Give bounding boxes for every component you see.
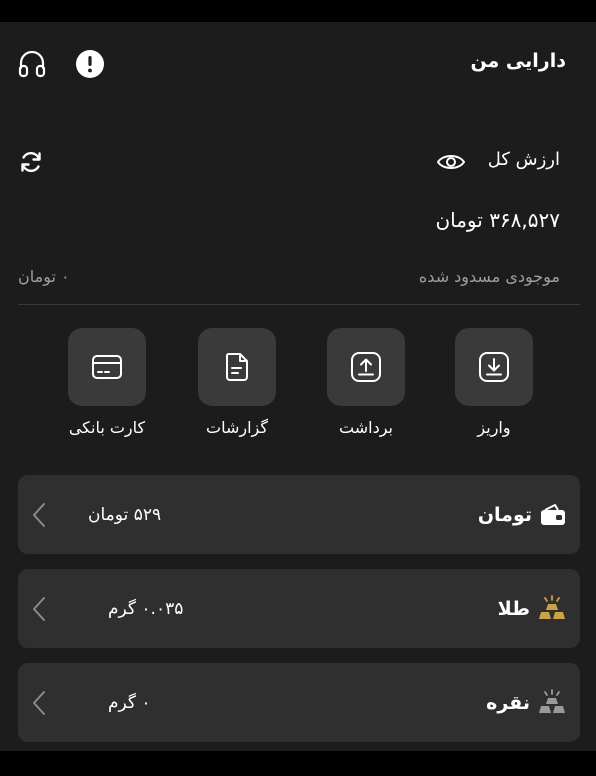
headphones-icon — [18, 50, 46, 78]
silver-bars-icon — [539, 688, 565, 713]
refresh-icon — [21, 151, 41, 173]
page-title: دارایی من — [470, 50, 566, 72]
withdraw-label: برداشت — [339, 418, 393, 437]
asset-name: تومان — [477, 503, 532, 526]
report-icon — [225, 353, 248, 381]
total-value-amount: ۳۶۸,۵۲۷ تومان — [435, 208, 560, 232]
chevron-left-icon — [32, 569, 46, 648]
bank-card-button[interactable]: کارت بانکی — [52, 328, 162, 437]
eye-icon — [436, 155, 466, 169]
asset-row-silver[interactable]: نقره ۰ گرم — [18, 663, 580, 742]
withdraw-button[interactable]: برداشت — [311, 328, 421, 437]
chevron-left-icon — [32, 663, 46, 742]
chevron-left-icon — [32, 475, 46, 554]
withdraw-icon — [351, 352, 381, 382]
support-button[interactable] — [14, 46, 50, 82]
deposit-icon-box — [455, 328, 533, 406]
alert-icon — [76, 50, 104, 78]
asset-name-container: نقره — [486, 663, 566, 742]
gold-bars-icon — [539, 594, 565, 619]
deposit-button[interactable]: واریز — [439, 328, 549, 437]
withdraw-icon-box — [327, 328, 405, 406]
deposit-icon — [479, 352, 509, 382]
asset-row-toman[interactable]: تومان ۵۲۹ تومان — [18, 475, 580, 554]
wallet-icon — [541, 503, 565, 525]
refresh-button[interactable] — [16, 147, 46, 177]
bank-card-icon — [92, 355, 122, 379]
toggle-visibility-button[interactable] — [434, 148, 468, 176]
asset-amount: ۰.۰۳۵ گرم — [108, 598, 184, 619]
asset-amount: ۰ گرم — [108, 692, 151, 713]
reports-icon-box — [198, 328, 276, 406]
asset-name-container: تومان — [478, 475, 566, 554]
asset-screen: دارایی من ارزش کل ۳۶۸,۵۲۷ تومان موجودی م… — [0, 22, 596, 751]
blocked-balance-amount: ۰ تومان — [18, 267, 70, 286]
asset-name: طلا — [497, 597, 530, 620]
total-value-label: ارزش کل — [487, 149, 560, 170]
bank-card-label: کارت بانکی — [68, 418, 146, 437]
asset-row-gold[interactable]: طلا ۰.۰۳۵ گرم — [18, 569, 580, 648]
asset-amount: ۵۲۹ تومان — [88, 504, 162, 525]
asset-name: نقره — [486, 691, 530, 714]
reports-label: گزارشات — [206, 418, 268, 437]
deposit-label: واریز — [477, 418, 511, 437]
asset-name-container: طلا — [498, 569, 566, 648]
blocked-balance-label: موجودی مسدود شده — [418, 267, 560, 286]
bank-card-icon-box — [68, 328, 146, 406]
info-button[interactable] — [74, 48, 106, 80]
reports-button[interactable]: گزارشات — [182, 328, 292, 437]
divider — [18, 304, 580, 305]
